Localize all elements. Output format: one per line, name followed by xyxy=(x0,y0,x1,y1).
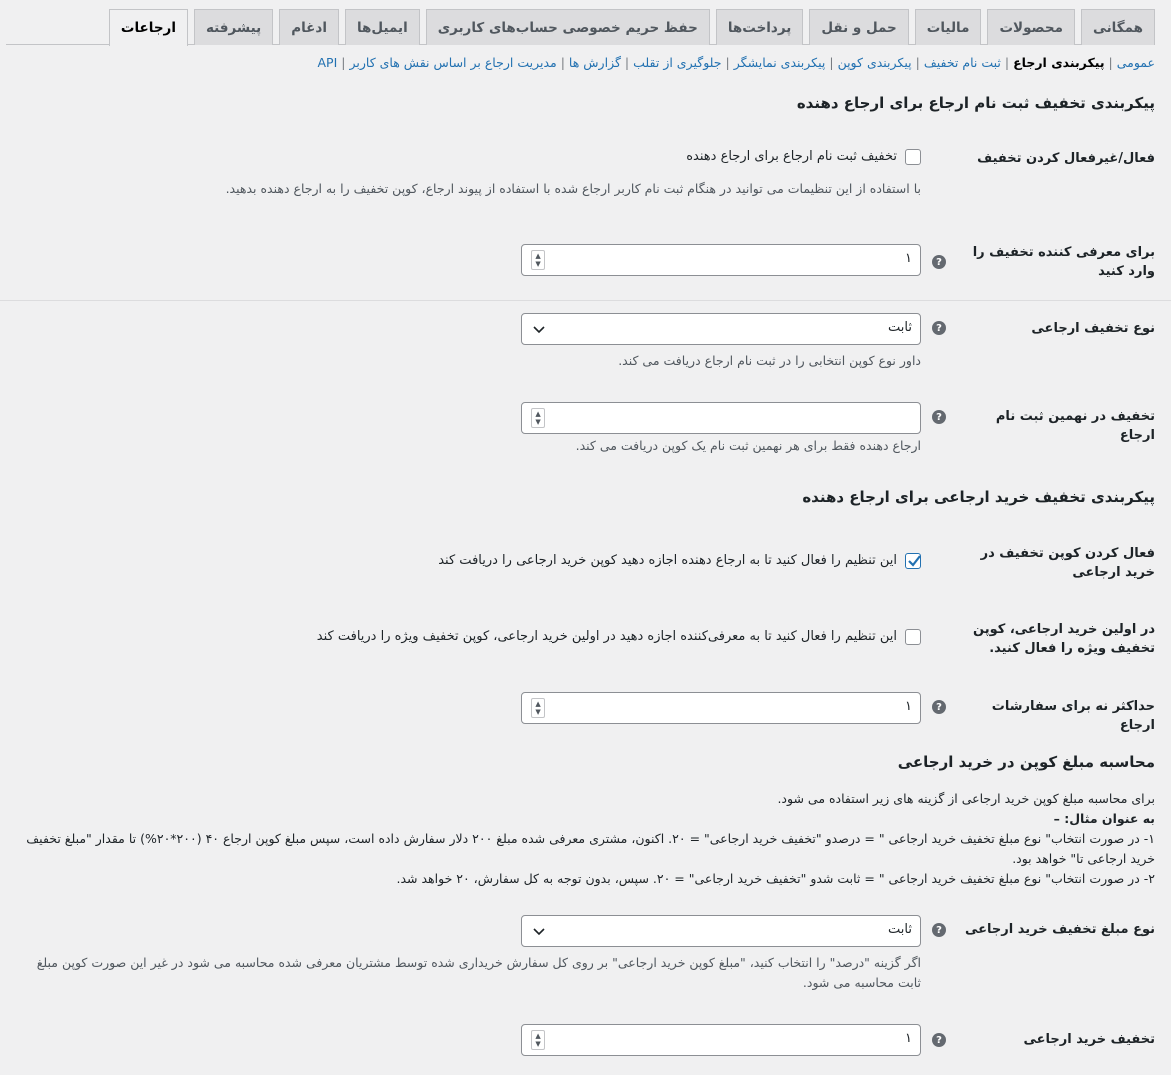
referral-discount-type-value: ثابت xyxy=(888,320,912,335)
question-circle-icon[interactable]: ? xyxy=(932,255,946,269)
nth-signup-discount-label: تخفیف در نهمین ثبت نام ارجاع xyxy=(995,409,1155,443)
first-purchase-coupon-checkbox[interactable] xyxy=(905,629,921,645)
enable-signup-discount-checkbox-label: تخفیف ثبت نام ارجاع برای ارجاع دهنده xyxy=(686,149,897,164)
number-spinner-icon[interactable]: ▲ ▼ xyxy=(531,250,545,270)
first-purchase-coupon-checkbox-label: این تنظیم را فعال کنید تا به معرفی‌کننده… xyxy=(316,629,897,644)
referrer-discount-amount-value: ۱ xyxy=(905,251,912,266)
chevron-down-icon xyxy=(533,326,545,334)
tab-referrals[interactable]: ارجاعات xyxy=(108,9,188,46)
settings-tabs: همگانی محصولات مالیات حمل و نقل پرداخت‌ه… xyxy=(6,9,1155,46)
subnav-separator: | xyxy=(624,55,630,70)
tab-shipping[interactable]: حمل و نقل xyxy=(809,9,909,45)
subnav-fraud-prevention[interactable]: جلوگیری از تقلب xyxy=(633,55,721,73)
calculation-info: برای محاسبه مبلغ کوپن خرید ارجاعی از گزی… xyxy=(20,789,1155,889)
question-circle-icon[interactable]: ? xyxy=(932,1033,946,1047)
purchase-amount-type-description: اگر گزینه "درصد" را انتخاب کنید، "مبلغ ک… xyxy=(36,955,921,990)
referrer-discount-amount-input[interactable]: ۱ ▲ ▼ xyxy=(521,244,921,276)
purchase-discount-value: ۱ xyxy=(905,1031,912,1046)
calculation-info-line: برای محاسبه مبلغ کوپن خرید ارجاعی از گزی… xyxy=(777,791,1155,806)
purchase-amount-type-value: ثابت xyxy=(888,922,912,937)
settings-page: همگانی محصولات مالیات حمل و نقل پرداخت‌ه… xyxy=(0,0,1171,1075)
enable-discount-description: با استفاده از این تنظیمات می توانید در ه… xyxy=(225,181,921,196)
subnav-signup-discount[interactable]: ثبت نام تخفیف xyxy=(924,55,1001,73)
question-circle-icon[interactable]: ? xyxy=(932,321,946,335)
max-referral-orders-label: حداکثر نه برای سفارشات ارجاع xyxy=(991,699,1155,733)
enable-purchase-coupon-checkbox[interactable] xyxy=(905,553,921,569)
section-title-purchase: پیکربندی تخفیف خرید ارجاعی برای ارجاع ده… xyxy=(802,488,1155,506)
tab-tax[interactable]: مالیات xyxy=(914,9,982,45)
subnav-separator: | xyxy=(829,55,834,70)
checkmark-icon xyxy=(908,555,921,567)
subnav-referral-config[interactable]: پیکربندی ارجاع xyxy=(1013,55,1104,73)
question-circle-icon[interactable]: ? xyxy=(932,700,946,714)
chevron-down-icon xyxy=(533,928,545,936)
enable-discount-label: فعال/غیرفعال کردن تخفیف xyxy=(977,151,1155,166)
referral-discount-type-description: داور نوع کوپن انتخابی را در ثبت نام ارجا… xyxy=(618,353,921,368)
number-spinner-icon[interactable]: ▲ ▼ xyxy=(531,408,545,428)
subnav-separator: | xyxy=(560,55,565,70)
subnav-reports[interactable]: گزارش ها xyxy=(569,55,621,73)
referrer-discount-amount-label: برای معرفی کننده تخفیف را وارد کنید xyxy=(972,245,1155,279)
purchase-discount-label: تخفیف خرید ارجاعی xyxy=(1023,1032,1155,1047)
question-circle-icon[interactable]: ? xyxy=(932,923,946,937)
max-referral-orders-input[interactable]: ۱ ▲ ▼ xyxy=(521,692,921,724)
subnav-coupon-config[interactable]: پیکربندی کوپن xyxy=(838,55,912,73)
question-circle-icon[interactable]: ? xyxy=(932,410,946,424)
number-spinner-icon[interactable]: ▲ ▼ xyxy=(531,698,545,718)
tab-payments[interactable]: پرداخت‌ها xyxy=(715,9,804,45)
subnav-separator: | xyxy=(1108,55,1113,70)
tab-products[interactable]: محصولات xyxy=(987,9,1075,45)
calculation-info-example-1: ۱- در صورت انتخاب" نوع مبلغ تخفیف خرید ا… xyxy=(26,831,1155,866)
referral-discount-type-select[interactable]: ثابت xyxy=(521,313,921,345)
subnav-api[interactable]: API xyxy=(317,55,337,73)
calculation-info-example-heading: به عنوان مثال: – xyxy=(1053,811,1155,826)
subnav-separator: | xyxy=(915,55,920,70)
enable-signup-discount-checkbox[interactable] xyxy=(905,149,921,165)
section-title-signup: پیکربندی تخفیف ثبت نام ارجاع برای ارجاع … xyxy=(796,94,1155,112)
subnav-general[interactable]: عمومی xyxy=(1117,55,1155,73)
purchase-discount-input[interactable]: ۱ ▲ ▼ xyxy=(521,1024,921,1056)
nth-signup-discount-description: ارجاع دهنده فقط برای هر نهمین ثبت نام یک… xyxy=(575,438,921,453)
number-spinner-icon[interactable]: ▲ ▼ xyxy=(531,1030,545,1050)
sub-navigation: عمومی | پیکربندی ارجاع | ثبت نام تخفیف | پی… xyxy=(10,55,1155,73)
enable-purchase-coupon-checkbox-label: این تنظیم را فعال کنید تا به ارجاع دهنده… xyxy=(438,553,897,568)
subnav-display-config[interactable]: پیکربندی نمایشگر xyxy=(734,55,826,73)
calculation-info-example-2: ۲- در صورت انتخاب" نوع مبلغ تخفیف خرید ا… xyxy=(396,871,1156,886)
first-purchase-coupon-label: در اولین خرید ارجاعی، کوپن تخفیف ویژه را… xyxy=(973,622,1155,656)
divider xyxy=(0,300,1171,301)
max-referral-orders-value: ۱ xyxy=(905,699,912,714)
enable-purchase-coupon-label: فعال کردن کوپن تخفیف در خرید ارجاعی xyxy=(980,546,1155,580)
tab-emails[interactable]: ایمیل‌ها xyxy=(344,9,420,45)
nth-signup-discount-input[interactable]: ▲ ▼ xyxy=(521,402,921,434)
subnav-separator: | xyxy=(725,55,730,70)
referral-discount-type-label: نوع تخفیف ارجاعی xyxy=(1031,321,1155,336)
tab-general[interactable]: همگانی xyxy=(1080,9,1155,45)
subnav-separator: | xyxy=(341,55,346,70)
tab-integration[interactable]: ادغام xyxy=(279,9,339,45)
tab-privacy[interactable]: حفظ حریم خصوصی حساب‌های کاربری xyxy=(425,9,710,45)
subnav-separator: | xyxy=(1004,55,1010,70)
purchase-amount-type-label: نوع مبلغ تخفیف خرید ارجاعی xyxy=(964,922,1155,937)
section-title-calculation: محاسبه مبلغ کوپن در خرید ارجاعی xyxy=(897,753,1155,771)
subnav-role-management[interactable]: مدیریت ارجاع بر اساس نقش های کاربر xyxy=(349,55,556,73)
purchase-amount-type-select[interactable]: ثابت xyxy=(521,915,921,947)
tab-advanced[interactable]: پیشرفته xyxy=(193,9,274,45)
